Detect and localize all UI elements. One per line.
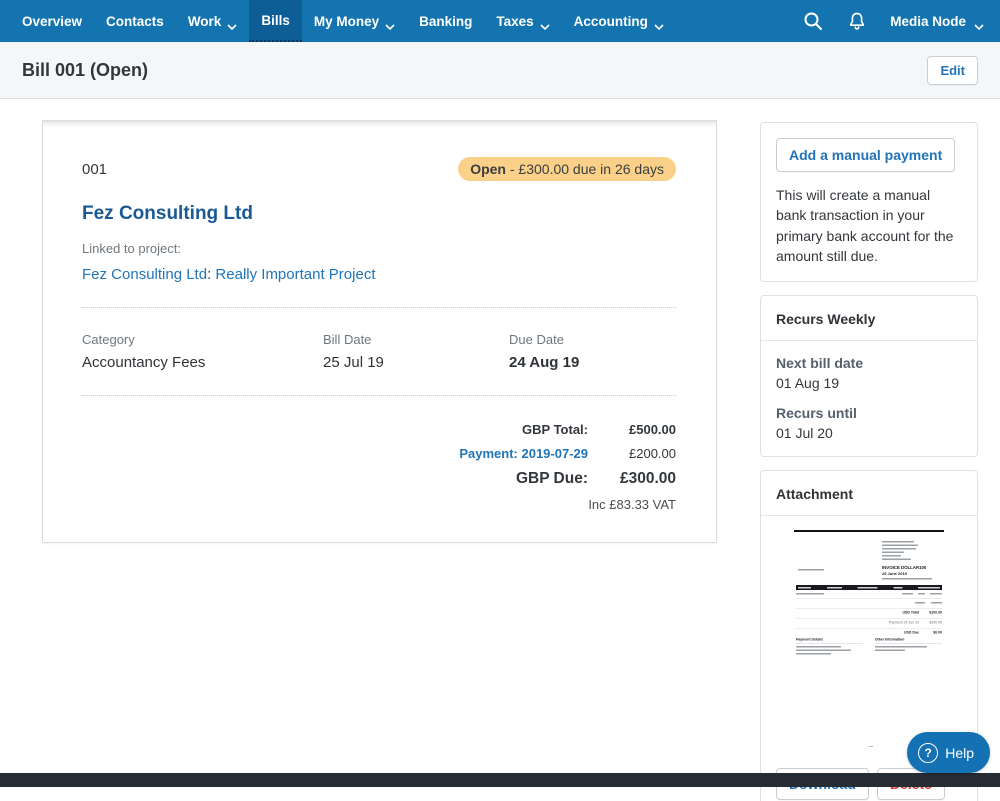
nav-item-work[interactable]: Work: [176, 0, 250, 42]
chevron-down-icon: [385, 18, 395, 24]
vat-note: Inc £83.33 VAT: [588, 497, 676, 512]
thumb-invoice-header: INVOICE DOLLAR100 25 June 2019: [882, 565, 942, 580]
thumb-payment-details-heading: Payment Details: [796, 638, 863, 644]
notifications-bell-icon[interactable]: [840, 4, 874, 38]
bill-card-top: 001 Open - £300.00 due in 26 days: [82, 157, 676, 181]
help-button[interactable]: ? Help: [907, 732, 990, 773]
add-manual-payment-button[interactable]: Add a manual payment: [776, 138, 955, 172]
thumb-recipient-line: [798, 569, 824, 571]
manual-payment-panel: Add a manual payment This will create a …: [760, 122, 978, 282]
help-label: Help: [945, 745, 974, 761]
payment-amount: £200.00: [629, 446, 676, 461]
status-badge: Open - £300.00 due in 26 days: [458, 157, 676, 181]
attachment-document-preview: INVOICE DOLLAR100 25 June 2019 USD Tot: [791, 530, 947, 754]
recurs-until-label: Recurs until: [776, 405, 962, 421]
bill-fields: Category Accountancy Fees Bill Date 25 J…: [82, 332, 676, 371]
nav-item-taxes[interactable]: Taxes: [484, 0, 561, 42]
nav-item-my-money[interactable]: My Money: [302, 0, 407, 42]
content-area: 001 Open - £300.00 due in 26 days Fez Co…: [0, 99, 1000, 787]
nav-item-contacts[interactable]: Contacts: [94, 0, 176, 42]
thumb-due-line: [882, 578, 932, 580]
thumb-table-header: [796, 585, 942, 590]
thumb-table-rows: USD Total$100.00 Payment 25 Jun 19$100.0…: [796, 593, 942, 639]
category-label: Category: [82, 332, 323, 347]
status-label: Open: [470, 161, 506, 177]
manual-payment-description: This will create a manual bank transacti…: [776, 185, 962, 266]
next-bill-date-group: Next bill date 01 Aug 19: [776, 355, 962, 391]
project-contact-link[interactable]: Fez Consulting Ltd: [82, 266, 207, 283]
bill-date-label: Bill Date: [323, 332, 509, 347]
field-due-date: Due Date 24 Aug 19: [509, 332, 676, 371]
divider: [761, 340, 977, 341]
recurs-until-group: Recurs until 01 Jul 20: [776, 405, 962, 441]
nav-item-banking[interactable]: Banking: [407, 0, 484, 42]
thumb-page-mark: [869, 746, 873, 747]
recurs-until-value: 01 Jul 20: [776, 425, 962, 441]
recurring-title: Recurs Weekly: [776, 311, 962, 327]
footer-bar: [0, 773, 1000, 787]
chevron-down-icon: [654, 18, 664, 24]
thumb-invoice-date: 25 June 2019: [882, 572, 942, 577]
status-detail: - £300.00 due in 26 days: [510, 161, 664, 177]
total-label: GBP Total:: [522, 422, 588, 437]
thumb-address-block: [882, 541, 918, 560]
page-title: Bill 001 (Open): [22, 60, 148, 81]
chevron-down-icon: [540, 18, 550, 24]
due-date-label: Due Date: [509, 332, 676, 347]
divider: [82, 307, 676, 308]
chevron-down-icon: [227, 18, 237, 24]
nav-item-bills[interactable]: Bills: [249, 0, 302, 42]
attachment-thumbnail[interactable]: INVOICE DOLLAR100 25 June 2019 USD Tot: [791, 530, 947, 754]
nav-item-accounting[interactable]: Accounting: [562, 0, 676, 42]
nav-item-overview[interactable]: Overview: [10, 0, 94, 42]
project-link[interactable]: Really Important Project: [215, 266, 375, 283]
project-line: Fez Consulting Ltd: Really Important Pro…: [82, 266, 676, 283]
search-icon[interactable]: [796, 4, 830, 38]
edit-button[interactable]: Edit: [927, 56, 978, 85]
recurring-panel: Recurs Weekly Next bill date 01 Aug 19 R…: [760, 295, 978, 457]
linked-to-project-label: Linked to project:: [82, 241, 676, 256]
thumb-invoice-title: INVOICE DOLLAR100: [882, 565, 942, 570]
next-bill-date-value: 01 Aug 19: [776, 375, 962, 391]
sidebar: Add a manual payment This will create a …: [760, 122, 978, 801]
nav-menu: Overview Contacts Work Bills My Money Ba…: [10, 0, 676, 42]
chevron-down-icon: [974, 18, 984, 24]
project-separator: :: [207, 266, 211, 283]
divider: [82, 395, 676, 396]
due-amount: £300.00: [620, 470, 676, 488]
bill-card: 001 Open - £300.00 due in 26 days Fez Co…: [42, 120, 717, 543]
total-amount: £500.00: [629, 422, 676, 437]
attachment-title: Attachment: [776, 486, 962, 502]
question-mark-icon: ?: [918, 743, 938, 763]
payment-link[interactable]: Payment: 2019-07-29: [459, 446, 588, 461]
divider: [761, 515, 977, 516]
account-menu[interactable]: Media Node: [884, 14, 990, 29]
due-date-value: 24 Aug 19: [509, 354, 676, 371]
bill-date-value: 25 Jul 19: [323, 354, 509, 371]
thumb-footer-sections: Payment Details Other Information: [796, 638, 942, 657]
field-category: Category Accountancy Fees: [82, 332, 323, 371]
field-bill-date: Bill Date 25 Jul 19: [323, 332, 509, 371]
totals-block: GBP Total: £500.00 Payment: 2019-07-29 £…: [82, 422, 676, 512]
account-name: Media Node: [890, 14, 966, 29]
due-label: GBP Due:: [516, 470, 588, 488]
thumb-other-information-heading: Other Information: [875, 638, 942, 644]
category-value: Accountancy Fees: [82, 354, 323, 371]
nav-utilities: Media Node: [796, 0, 990, 42]
top-nav: Overview Contacts Work Bills My Money Ba…: [0, 0, 1000, 42]
bill-number: 001: [82, 157, 107, 178]
next-bill-date-label: Next bill date: [776, 355, 962, 371]
thumb-top-rule: [794, 530, 944, 532]
contact-link[interactable]: Fez Consulting Ltd: [82, 203, 253, 225]
page-header: Bill 001 (Open) Edit: [0, 42, 1000, 99]
